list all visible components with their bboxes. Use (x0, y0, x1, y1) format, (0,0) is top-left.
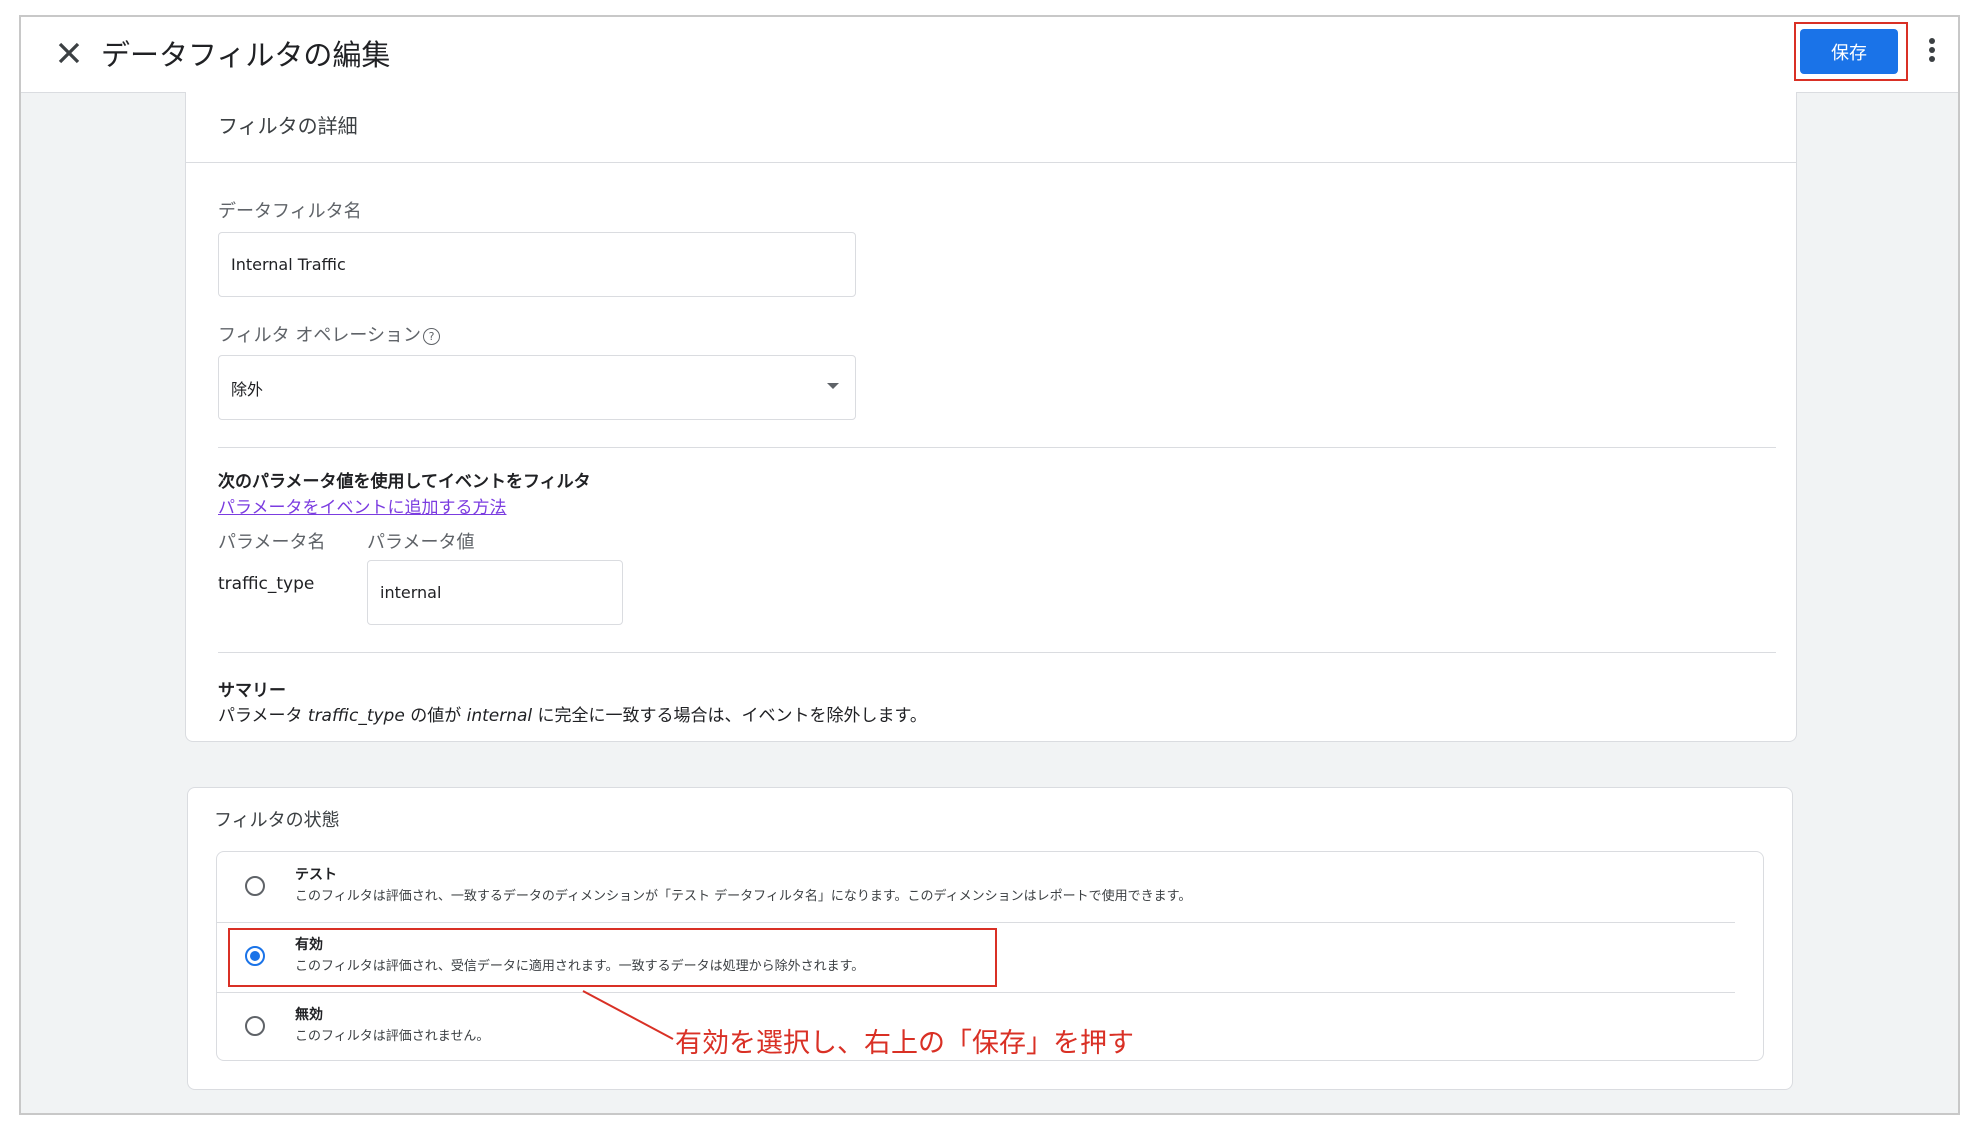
option-test-desc: このフィルタは評価され、一致するデータのディメンションが「テスト データフィルタ… (295, 889, 1192, 904)
radio-inactive[interactable] (245, 1016, 265, 1036)
operation-select[interactable]: 除外 (218, 355, 856, 420)
help-icon[interactable]: ? (423, 328, 441, 345)
param-value-input[interactable]: internal (367, 560, 623, 625)
operation-label-row: フィルタ オペレーション? (218, 321, 441, 347)
summary-text: パラメータ traffic_type の値が internal に完全に一致する… (218, 701, 927, 726)
param-name-header: パラメータ名 (218, 532, 326, 553)
operation-label: フィルタ オペレーション (218, 325, 422, 346)
param-heading: 次のパラメータ値を使用してイベントをフィルタ (218, 472, 591, 492)
summary-value: internal (466, 706, 533, 726)
option-inactive-desc: このフィルタは評価されません。 (295, 1029, 490, 1044)
option-test[interactable]: テスト このフィルタは評価され、一致するデータのディメンションが「テスト データ… (217, 852, 1763, 922)
editor-window: データフィルタの編集 保存 フィルタの詳細 データフィルタ名 Internal … (19, 15, 1960, 1115)
option-inactive-title: 無効 (295, 1007, 323, 1023)
summary-param: traffic_type (307, 706, 405, 726)
active-highlight-box (228, 928, 997, 987)
filter-details-card: フィルタの詳細 データフィルタ名 Internal Traffic フィルタ オ… (185, 92, 1797, 742)
summary-suffix: に完全に一致する場合は、イベントを除外します。 (532, 706, 927, 726)
option-test-title: テスト (295, 867, 337, 883)
more-vert-icon[interactable] (1925, 35, 1939, 69)
param-value-header: パラメータ値 (367, 532, 475, 553)
page-title: データフィルタの編集 (101, 38, 391, 72)
filter-name-value: Internal Traffic (231, 255, 346, 274)
state-heading: フィルタの状態 (214, 810, 340, 831)
summary-mid: の値が (404, 706, 467, 726)
details-header: フィルタの詳細 (186, 92, 1796, 163)
param-value: internal (380, 583, 442, 602)
divider (218, 652, 1776, 653)
close-icon[interactable] (51, 35, 87, 71)
annotation-arrow (582, 990, 674, 1040)
filter-name-input[interactable]: Internal Traffic (218, 232, 856, 297)
name-label: データフィルタ名 (218, 201, 362, 222)
dropdown-caret-icon (827, 383, 839, 389)
radio-test[interactable] (245, 876, 265, 896)
summary-heading: サマリー (218, 681, 286, 701)
divider (218, 447, 1776, 448)
save-button[interactable]: 保存 (1800, 29, 1898, 74)
summary-prefix: パラメータ (218, 706, 308, 726)
details-heading: フィルタの詳細 (218, 114, 358, 138)
param-name: traffic_type (218, 574, 315, 594)
top-bar: データフィルタの編集 保存 (21, 17, 1958, 93)
operation-value: 除外 (231, 379, 264, 399)
annotation-text: 有効を選択し、右上の「保存」を押す (675, 1028, 1134, 1059)
param-help-link[interactable]: パラメータをイベントに追加する方法 (218, 493, 507, 518)
